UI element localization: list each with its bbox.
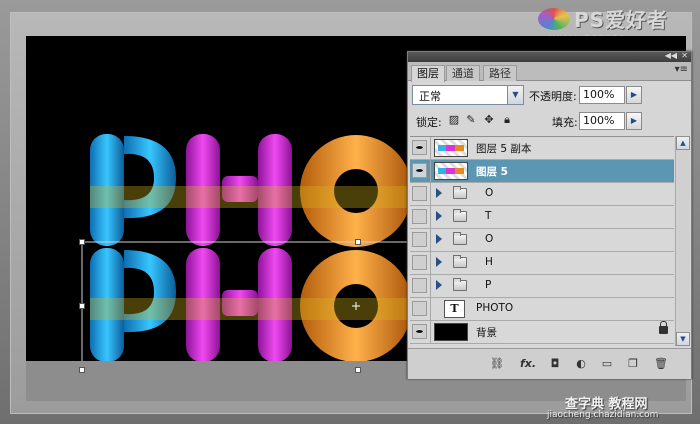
tab-layers[interactable]: 图层 (411, 65, 445, 82)
fill-slider-button[interactable]: ▶ (626, 112, 642, 130)
visibility-toggle[interactable] (412, 186, 427, 201)
lock-position-icon[interactable]: ✥ (483, 114, 495, 126)
fill-input[interactable]: 100% (579, 112, 625, 130)
layer-group-row[interactable]: T (410, 206, 674, 229)
tab-channels[interactable]: 通道 (446, 65, 480, 81)
layer-name: H (485, 256, 493, 268)
layer-group-row[interactable]: O (410, 183, 674, 206)
mask-icon[interactable]: ◘ (548, 357, 562, 370)
layer-thumbnail (434, 162, 468, 180)
photo-text-copy (90, 248, 412, 361)
tab-paths[interactable]: 路径 (483, 65, 517, 81)
layer-name: O (485, 187, 494, 199)
lock-image-icon[interactable]: ✎ (465, 114, 477, 126)
eye-icon[interactable] (412, 324, 427, 339)
layer-group-row[interactable]: O (410, 229, 674, 252)
eye-icon[interactable] (412, 163, 427, 178)
fill-label: 填充: (552, 116, 578, 129)
trash-icon[interactable]: 🗑 (654, 357, 668, 370)
eye-icon[interactable] (412, 140, 427, 155)
group-icon[interactable]: ▭ (600, 357, 614, 370)
layer-name: 图层 5 副本 (476, 143, 532, 155)
layer-group-row[interactable]: H (410, 252, 674, 275)
link-icon[interactable]: ⛓ (490, 357, 504, 370)
transform-handle[interactable] (355, 367, 361, 373)
blend-mode-value: 正常 (419, 90, 441, 103)
logo-mark (538, 8, 570, 30)
layer-name: T (485, 210, 492, 222)
layer-thumbnail (434, 139, 468, 157)
blend-mode-select[interactable]: 正常 ▼ (412, 85, 524, 105)
opacity-label: 不透明度: (529, 90, 577, 103)
chevron-down-icon[interactable]: ▼ (507, 86, 523, 104)
fx-icon[interactable]: fx. (518, 357, 538, 370)
layer-group-row[interactable]: P (410, 275, 674, 298)
layer-name: 背景 (476, 327, 497, 339)
visibility-toggle[interactable] (412, 255, 427, 270)
folder-icon (453, 186, 467, 199)
layer-name: P (485, 279, 492, 291)
watermark-url: jiaocheng.chazidian.com (547, 410, 659, 420)
folder-icon (453, 209, 467, 222)
layer-name: O (485, 233, 494, 245)
adjustment-icon[interactable]: ◐ (574, 357, 588, 370)
panel-tabs: 图层 通道 路径 ▾≡ (408, 62, 691, 82)
visibility-toggle[interactable] (412, 278, 427, 293)
blend-opacity-row: 正常 ▼ 不透明度: 100% ▶ (412, 85, 687, 107)
scroll-up-icon[interactable]: ▲ (676, 136, 690, 150)
expand-triangle-icon[interactable] (436, 257, 442, 267)
layer-name: 图层 5 (476, 166, 508, 178)
folder-icon (453, 278, 467, 291)
photo-text-top (90, 134, 412, 247)
expand-triangle-icon[interactable] (436, 234, 442, 244)
layer-row-selected[interactable]: 图层 5 (410, 160, 674, 183)
new-layer-icon[interactable]: ❐ (626, 357, 640, 370)
layer-row[interactable]: 图层 5 副本 (410, 137, 674, 160)
visibility-toggle[interactable] (412, 209, 427, 224)
layer-row[interactable]: T PHOTO (410, 298, 674, 321)
text-layer-icon: T (444, 300, 465, 318)
opacity-input[interactable]: 100% (579, 86, 625, 104)
layers-list: 图层 5 副本 图层 5 O T O H P T PHOTO 背景 (410, 136, 674, 347)
panel-menu-icon[interactable]: ▾≡ (675, 64, 688, 75)
layers-panel: ◀◀ ✕ 图层 通道 路径 ▾≡ 正常 ▼ 不透明度: 100% ▶ 锁定: ▨… (407, 51, 692, 379)
folder-icon (453, 232, 467, 245)
panel-titlebar[interactable]: ◀◀ ✕ (408, 51, 691, 62)
lock-icon (659, 321, 668, 334)
folder-icon (453, 255, 467, 268)
transform-handle[interactable] (355, 239, 361, 245)
expand-triangle-icon[interactable] (436, 188, 442, 198)
layer-thumbnail (434, 323, 468, 341)
lock-fill-row: 锁定: ▨ ✎ ✥ 🔒︎ 填充: 100% ▶ (412, 111, 687, 133)
layer-row[interactable]: 背景 (410, 321, 674, 344)
logo-text: PS爱好者 (574, 8, 669, 32)
expand-triangle-icon[interactable] (436, 280, 442, 290)
close-icon[interactable]: ✕ (681, 51, 688, 60)
layers-scrollbar[interactable]: ▲ ▼ (675, 136, 690, 346)
visibility-toggle[interactable] (412, 232, 427, 247)
transform-handle[interactable] (79, 303, 85, 309)
lock-all-icon[interactable]: 🔒︎ (501, 114, 513, 126)
collapse-icon[interactable]: ◀◀ (665, 51, 677, 60)
expand-triangle-icon[interactable] (436, 211, 442, 221)
lock-transparency-icon[interactable]: ▨ (448, 114, 460, 126)
lock-label: 锁定: (416, 116, 442, 129)
layer-name: PHOTO (476, 302, 514, 314)
opacity-slider-button[interactable]: ▶ (626, 86, 642, 104)
transform-handle[interactable] (79, 367, 85, 373)
visibility-toggle[interactable] (412, 301, 427, 316)
panel-bottom-toolbar: ⛓ fx. ◘ ◐ ▭ ❐ 🗑 (408, 348, 691, 379)
transform-handle[interactable] (79, 239, 85, 245)
scroll-down-icon[interactable]: ▼ (676, 332, 690, 346)
